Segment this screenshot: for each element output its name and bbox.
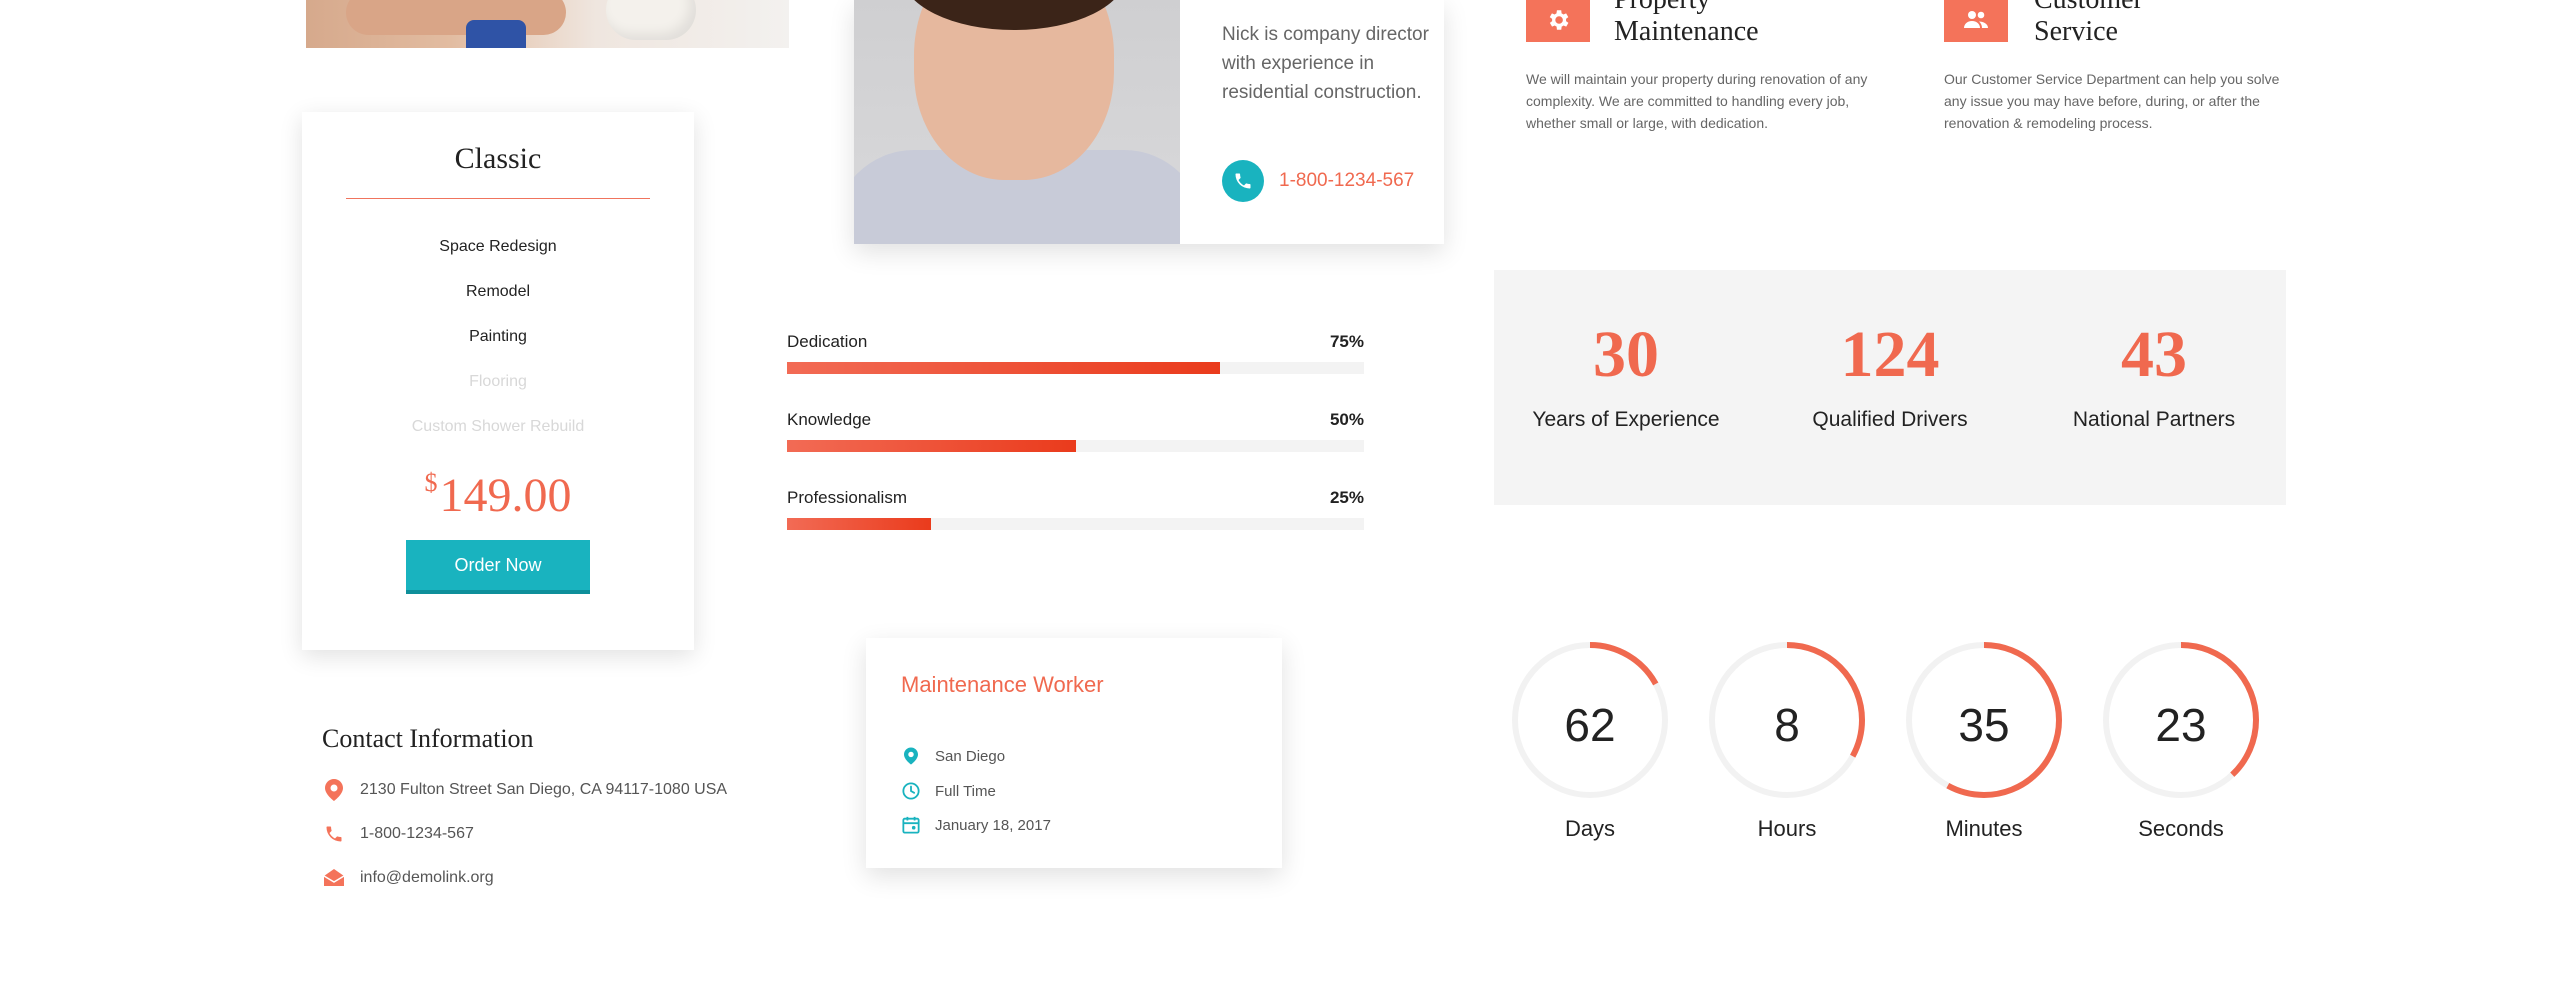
- progress-fill: [787, 518, 932, 530]
- stat-item: 124 Qualified Drivers: [1758, 320, 2022, 432]
- job-type: Full Time: [935, 782, 996, 800]
- pricing-feature: Space Redesign: [439, 238, 557, 255]
- skill-progress: Professionalism 25%: [787, 488, 1364, 534]
- map-pin-icon: [322, 778, 346, 802]
- service-title: Property Maintenance: [1614, 0, 1759, 48]
- countdown-hours: 8 Hours: [1702, 640, 1872, 842]
- clock-icon: [901, 781, 921, 801]
- countdown-unit: Seconds: [2138, 816, 2224, 841]
- skill-label: Professionalism: [787, 488, 907, 507]
- service-title-line: Property: [1614, 0, 1759, 16]
- service-title-line: Service: [2034, 16, 2118, 47]
- job-date-row: January 18, 2017: [901, 815, 1051, 835]
- countdown-value: 8: [1774, 699, 1800, 751]
- countdown-unit: Hours: [1757, 816, 1817, 841]
- stat-number: 124: [1840, 318, 1940, 391]
- stat-number: 30: [1593, 318, 1659, 391]
- contact-phone-row[interactable]: 1-800-1234-567: [322, 821, 474, 847]
- service-title: Customer Service: [2034, 0, 2143, 48]
- countdown-unit: Minutes: [1945, 816, 2023, 841]
- job-type-row: Full Time: [901, 781, 996, 801]
- stat-label: Qualified Drivers: [1812, 408, 1968, 431]
- map-pin-icon: [901, 746, 921, 766]
- progress-track: [787, 440, 1364, 452]
- contact-phone[interactable]: 1-800-1234-567: [360, 825, 474, 843]
- service-icon-box: [1526, 0, 1590, 42]
- team-member-phone[interactable]: 1-800-1234-567: [1222, 160, 1414, 202]
- service-title-line: Maintenance: [1614, 16, 1759, 47]
- skill-progress: Dedication 75%: [787, 332, 1364, 378]
- countdown-value: 23: [2155, 699, 2207, 751]
- stat-label: Years of Experience: [1532, 408, 1720, 431]
- pricing-feature-disabled: Custom Shower Rebuild: [411, 418, 585, 435]
- countdown-seconds: 23 Seconds: [2096, 640, 2266, 842]
- service-icon-box: [1944, 0, 2008, 42]
- pricing-title: Classic: [454, 142, 542, 175]
- phone-icon: [1222, 160, 1264, 202]
- skill-percent: 25%: [1329, 488, 1364, 507]
- skill-progress: Knowledge 50%: [787, 410, 1364, 456]
- stat-number: 43: [2121, 318, 2187, 391]
- service-description: We will maintain your property during re…: [1526, 71, 1868, 131]
- team-member-card: Nick is company director with experience…: [854, 0, 1444, 244]
- stats-panel: 30 Years of Experience 124 Qualified Dri…: [1494, 270, 2286, 505]
- countdown-value: 35: [1958, 699, 2010, 751]
- pricing-feature: Painting: [469, 328, 527, 345]
- price-amount: 149.00: [439, 469, 572, 522]
- pricing-card-classic: Classic Space Redesign Remodel Painting …: [302, 112, 694, 650]
- pricing-price: $149.00: [302, 468, 694, 523]
- contact-address: 2130 Fulton Street San Diego, CA 94117-1…: [360, 781, 728, 798]
- order-now-button[interactable]: Order Now: [406, 540, 590, 594]
- users-icon: [1944, 0, 2008, 42]
- service-description: Our Customer Service Department can help…: [1944, 71, 2280, 131]
- progress-fill: [787, 440, 1076, 452]
- contact-email[interactable]: info@demolink.org: [360, 869, 494, 887]
- job-location-row: San Diego: [901, 746, 1005, 766]
- skill-percent: 75%: [1329, 332, 1364, 351]
- pricing-feature: Remodel: [465, 283, 531, 300]
- countdown-value: 62: [1564, 699, 1616, 751]
- service-title-line: Customer: [2034, 0, 2143, 16]
- pricing-feature-disabled: Flooring: [469, 373, 527, 390]
- job-card[interactable]: Maintenance Worker San Diego Full Time J…: [866, 638, 1282, 868]
- contact-title: Contact Information: [322, 724, 534, 753]
- phone-icon: [322, 822, 346, 846]
- calendar-icon: [901, 815, 921, 835]
- countdown-minutes: 35 Minutes: [1899, 640, 2069, 842]
- stat-label: National Partners: [2072, 408, 2236, 431]
- skill-label: Dedication: [787, 332, 868, 351]
- skill-label: Knowledge: [787, 410, 872, 429]
- worker-photo: [306, 0, 789, 48]
- gear-icon: [1526, 0, 1590, 42]
- team-member-photo: [854, 0, 1180, 244]
- job-date: January 18, 2017: [935, 816, 1051, 834]
- progress-fill: [787, 362, 1220, 374]
- contact-address-row: 2130 Fulton Street San Diego, CA 94117-1…: [322, 777, 727, 803]
- stat-item: 30 Years of Experience: [1494, 320, 1758, 432]
- job-title[interactable]: Maintenance Worker: [901, 672, 1104, 698]
- team-member-phone-number[interactable]: 1-800-1234-567: [1279, 170, 1414, 192]
- countdown-unit: Days: [1564, 816, 1616, 841]
- contact-email-row[interactable]: info@demolink.org: [322, 865, 494, 891]
- countdown-days: 62 Days: [1505, 640, 1675, 842]
- team-member-bio: Nick is company director with experience…: [1222, 24, 1429, 103]
- job-location: San Diego: [935, 747, 1006, 765]
- pricing-divider: [346, 198, 650, 199]
- progress-track: [787, 518, 1364, 530]
- envelope-icon: [322, 866, 346, 890]
- stat-item: 43 National Partners: [2022, 320, 2286, 432]
- progress-track: [787, 362, 1364, 374]
- skill-percent: 50%: [1329, 410, 1364, 429]
- price-currency: $: [424, 468, 438, 497]
